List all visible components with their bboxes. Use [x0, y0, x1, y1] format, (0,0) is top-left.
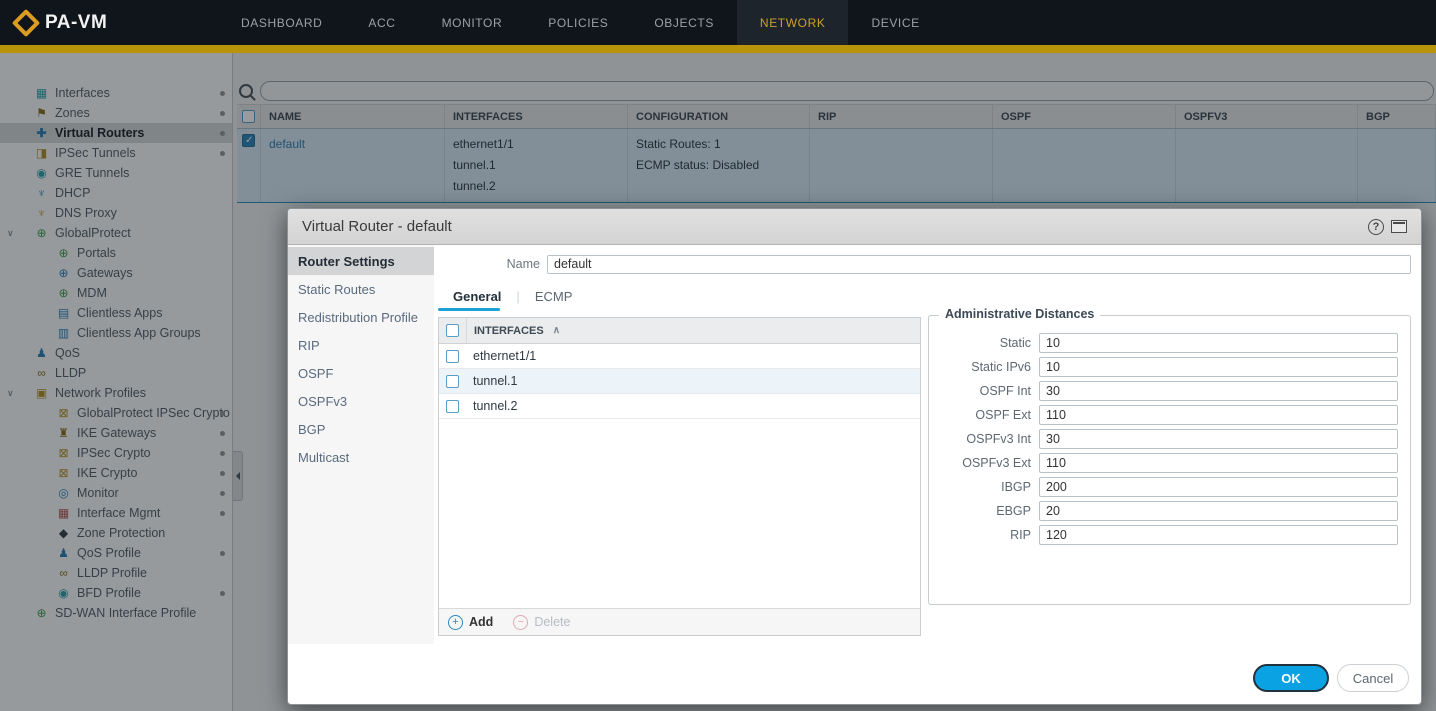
- admin-distance-row-static-ipv6: Static IPv6: [929, 355, 1410, 379]
- cancel-button[interactable]: Cancel: [1337, 664, 1409, 692]
- field-label-ospfv3-ext: OSPFv3 Ext: [929, 456, 1039, 470]
- interfaces-header-checkbox-cell: [439, 318, 467, 343]
- tab-general[interactable]: General: [438, 289, 516, 304]
- ospfv3-ext-input[interactable]: [1039, 453, 1398, 473]
- dialog-tabs: General ECMP: [438, 285, 587, 307]
- admin-distance-row-ospfv3-ext: OSPFv3 Ext: [929, 451, 1410, 475]
- interface-row-ethernet1-1[interactable]: ethernet1/1: [439, 344, 920, 369]
- sort-ascending-icon[interactable]: [553, 325, 560, 336]
- delete-button-label: Delete: [534, 615, 570, 629]
- ospf-int-input[interactable]: [1039, 381, 1398, 401]
- field-label-ospfv3-int: OSPFv3 Int: [929, 432, 1039, 446]
- ibgp-input[interactable]: [1039, 477, 1398, 497]
- dialog-menu-item-ospfv3[interactable]: OSPFv3: [288, 387, 434, 415]
- interfaces-column-header[interactable]: INTERFACES: [467, 325, 544, 337]
- ebgp-input[interactable]: [1039, 501, 1398, 521]
- interfaces-panel-header: INTERFACES: [439, 318, 920, 344]
- dialog-menu-item-rip[interactable]: RIP: [288, 331, 434, 359]
- minus-circle-icon: [513, 615, 528, 630]
- help-icon[interactable]: ?: [1368, 219, 1384, 235]
- interfaces-panel: INTERFACES ethernet1/1 tunnel.1 tunnel.2 A…: [438, 317, 921, 636]
- interface-name: tunnel.2: [466, 399, 517, 413]
- field-label-ospf-ext: OSPF Ext: [929, 408, 1039, 422]
- field-label-ibgp: IBGP: [929, 480, 1039, 494]
- name-field-label: Name: [434, 257, 547, 271]
- brand-logo: PA-VM: [16, 12, 184, 34]
- interface-checkbox-cell: [439, 394, 466, 418]
- select-all-interfaces-checkbox[interactable]: [446, 324, 459, 337]
- plus-circle-icon: [448, 615, 463, 630]
- dialog-menu-item-bgp[interactable]: BGP: [288, 415, 434, 443]
- interface-row-tunnel-1[interactable]: tunnel.1: [439, 369, 920, 394]
- static-ipv6-input[interactable]: [1039, 357, 1398, 377]
- name-field-row: Name: [434, 254, 1411, 274]
- gold-accent-bar: [0, 45, 1436, 53]
- admin-distance-row-ebgp: EBGP: [929, 499, 1410, 523]
- name-input[interactable]: [547, 255, 1411, 274]
- nav-tab-objects[interactable]: OBJECTS: [631, 0, 737, 45]
- nav-tab-policies[interactable]: POLICIES: [525, 0, 631, 45]
- nav-tab-device[interactable]: DEVICE: [848, 0, 942, 45]
- ospfv3-int-input[interactable]: [1039, 429, 1398, 449]
- ospf-ext-input[interactable]: [1039, 405, 1398, 425]
- nav-tab-network[interactable]: NETWORK: [737, 0, 849, 45]
- field-label-ebgp: EBGP: [929, 504, 1039, 518]
- tab-ecmp[interactable]: ECMP: [520, 289, 588, 304]
- dialog-header: Virtual Router - default ?: [288, 209, 1421, 245]
- field-label-static-ipv6: Static IPv6: [929, 360, 1039, 374]
- dialog-menu-item-router-settings[interactable]: Router Settings: [288, 247, 434, 275]
- top-nav-bar: PA-VM DASHBOARDACCMONITORPOLICIESOBJECTS…: [0, 0, 1436, 45]
- administrative-distances-legend: Administrative Distances: [939, 307, 1100, 321]
- dialog-title: Virtual Router - default: [302, 218, 452, 235]
- dialog-header-actions: ?: [1368, 219, 1407, 235]
- add-interface-button[interactable]: Add: [448, 615, 493, 630]
- rip-input[interactable]: [1039, 525, 1398, 545]
- administrative-distances-fieldset: Administrative Distances StaticStatic IP…: [928, 315, 1411, 605]
- interface-checkbox-cell: [439, 369, 466, 393]
- brand-name: PA-VM: [45, 12, 107, 34]
- virtual-router-dialog: Virtual Router - default ? Router Settin…: [287, 208, 1422, 705]
- interface-checkbox[interactable]: [446, 375, 459, 388]
- admin-distance-row-ospf-ext: OSPF Ext: [929, 403, 1410, 427]
- nav-tab-dashboard[interactable]: DASHBOARD: [218, 0, 345, 45]
- add-button-label: Add: [469, 615, 493, 629]
- window-restore-icon[interactable]: [1391, 220, 1407, 233]
- interfaces-panel-footer: Add Delete: [439, 608, 920, 635]
- interface-checkbox[interactable]: [446, 350, 459, 363]
- nav-tab-acc[interactable]: ACC: [345, 0, 418, 45]
- interface-name: tunnel.1: [466, 374, 517, 388]
- interface-name: ethernet1/1: [466, 349, 536, 363]
- admin-distance-row-ibgp: IBGP: [929, 475, 1410, 499]
- nav-tab-monitor[interactable]: MONITOR: [419, 0, 526, 45]
- interfaces-rows: ethernet1/1 tunnel.1 tunnel.2: [439, 344, 920, 419]
- dialog-menu-item-redistribution-profile[interactable]: Redistribution Profile: [288, 303, 434, 331]
- dialog-menu-item-ospf[interactable]: OSPF: [288, 359, 434, 387]
- admin-distance-row-ospfv3-int: OSPFv3 Int: [929, 427, 1410, 451]
- content-area: ▦Interfaces⚑Zones✚Virtual Routers◨IPSec …: [0, 53, 1436, 711]
- interface-row-tunnel-2[interactable]: tunnel.2: [439, 394, 920, 419]
- admin-distance-row-rip: RIP: [929, 523, 1410, 547]
- dialog-menu-item-multicast[interactable]: Multicast: [288, 443, 434, 471]
- nav-tabs: DASHBOARDACCMONITORPOLICIESOBJECTSNETWOR…: [218, 0, 943, 45]
- ok-button[interactable]: OK: [1253, 664, 1329, 692]
- interface-checkbox[interactable]: [446, 400, 459, 413]
- active-tab-underline: [438, 308, 500, 311]
- field-label-static: Static: [929, 336, 1039, 350]
- field-label-ospf-int: OSPF Int: [929, 384, 1039, 398]
- dialog-menu-item-static-routes[interactable]: Static Routes: [288, 275, 434, 303]
- interface-checkbox-cell: [439, 344, 466, 368]
- static-input[interactable]: [1039, 333, 1398, 353]
- field-label-rip: RIP: [929, 528, 1039, 542]
- admin-distance-row-ospf-int: OSPF Int: [929, 379, 1410, 403]
- delete-interface-button[interactable]: Delete: [513, 615, 570, 630]
- dialog-side-menu: Router SettingsStatic RoutesRedistributi…: [288, 245, 434, 644]
- administrative-distances-rows: Static Static IPv6 OSPF Int OSPF Ext OSPFv3 …: [929, 316, 1410, 547]
- paloalto-logo-icon: [12, 8, 40, 36]
- admin-distance-row-static: Static: [929, 331, 1410, 355]
